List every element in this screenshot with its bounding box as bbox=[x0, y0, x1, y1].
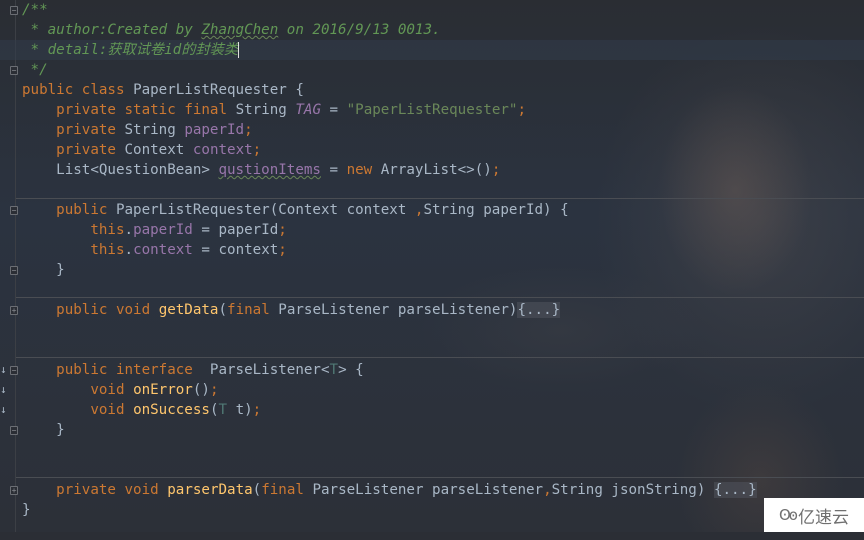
author-name: ZhangChen bbox=[201, 22, 279, 38]
code-line[interactable]: } bbox=[0, 500, 864, 520]
method-separator bbox=[16, 477, 864, 478]
method-separator bbox=[16, 297, 864, 298]
code-line[interactable]: } bbox=[0, 420, 864, 440]
folded-region[interactable]: {...} bbox=[517, 302, 561, 318]
code-line[interactable]: public void getData(final ParseListener … bbox=[0, 300, 864, 320]
cloud-logo-icon: Ꙩꙩ bbox=[779, 506, 798, 524]
method-parserdata: parserData bbox=[167, 482, 253, 498]
code-line[interactable]: /** bbox=[0, 0, 864, 20]
comment-open: /** bbox=[22, 2, 48, 18]
author-tag: author: bbox=[47, 22, 108, 38]
code-line[interactable]: this.context = context; bbox=[0, 240, 864, 260]
code-line[interactable]: public class PaperListRequester { bbox=[0, 80, 864, 100]
detail-tag: detail: bbox=[47, 42, 108, 58]
code-line[interactable]: void onError(); bbox=[0, 380, 864, 400]
method-separator bbox=[16, 357, 864, 358]
folded-region[interactable]: {...} bbox=[713, 482, 757, 498]
code-line[interactable]: private void parserData(final ParseListe… bbox=[0, 480, 864, 500]
watermark-text: 亿速云 bbox=[797, 507, 849, 528]
detail-text: 获取试卷id的封装类 bbox=[107, 42, 239, 58]
code-line[interactable]: private Context context; bbox=[0, 140, 864, 160]
code-line[interactable]: } bbox=[0, 260, 864, 280]
method-getdata: getData bbox=[158, 302, 219, 318]
watermark: Ꙩꙩ 亿速云 bbox=[764, 498, 864, 532]
code-line[interactable]: private static final String TAG = "Paper… bbox=[0, 100, 864, 120]
code-line-current[interactable]: * detail:获取试卷id的封装类 bbox=[0, 40, 864, 60]
code-line[interactable]: public interface ParseListener<T> { bbox=[0, 360, 864, 380]
code-line[interactable]: void onSuccess(T t); bbox=[0, 400, 864, 420]
code-line[interactable]: */ bbox=[0, 60, 864, 80]
code-line[interactable]: * author:Created by ZhangChen on 2016/9/… bbox=[0, 20, 864, 40]
code-line[interactable]: public PaperListRequester(Context contex… bbox=[0, 200, 864, 220]
code-line[interactable]: this.paperId = paperId; bbox=[0, 220, 864, 240]
text-caret bbox=[238, 42, 240, 58]
class-name: PaperListRequester bbox=[133, 82, 287, 98]
code-line[interactable]: private String paperId; bbox=[0, 120, 864, 140]
method-separator bbox=[16, 198, 864, 199]
code-line[interactable]: List<QuestionBean> qustionItems = new Ar… bbox=[0, 160, 864, 180]
